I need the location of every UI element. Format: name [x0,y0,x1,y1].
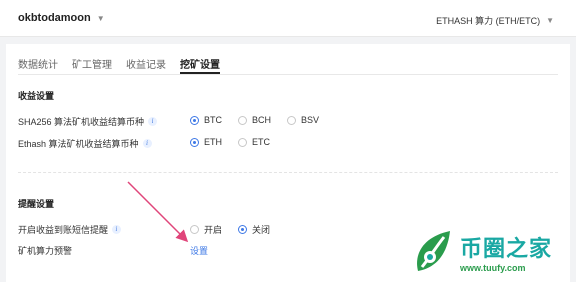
watermark-title: 币圈之家 [460,236,553,261]
watermark-logo: 币圈之家 www.tuufy.com [412,222,576,282]
watermark-url: www.tuufy.com [460,263,526,273]
leaf-logo-icon [417,231,450,271]
